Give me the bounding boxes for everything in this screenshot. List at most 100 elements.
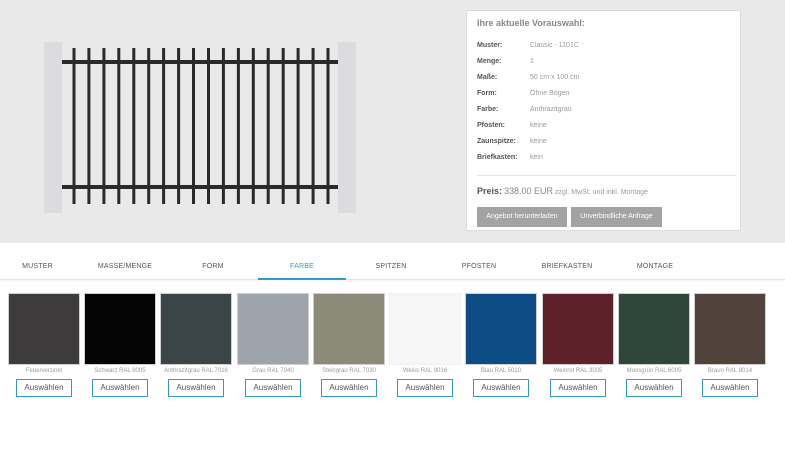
tab-form[interactable]: FORM: [175, 253, 251, 280]
summary-divider: [477, 175, 736, 176]
color-swatch[interactable]: [618, 293, 690, 365]
fence-bar: [132, 48, 136, 204]
select-color-button[interactable]: Auswählen: [550, 379, 606, 397]
fence-bar: [221, 48, 225, 204]
fence-bar: [177, 48, 181, 204]
tab-muster[interactable]: MUSTER: [0, 253, 75, 280]
summary-row-form: Form: Ohne Bogen: [477, 90, 732, 102]
color-option: Steingrau RAL 7030 Auswählen: [313, 293, 385, 401]
color-option: Weinrot RAL 3005 Auswählen: [542, 293, 614, 401]
select-color-button[interactable]: Auswählen: [16, 379, 72, 397]
color-option: Feuerverzinkt Auswählen: [8, 293, 80, 401]
color-swatch[interactable]: [389, 293, 461, 365]
fence-preview-image: [44, 42, 356, 213]
color-name: Braun RAL 8014: [707, 368, 753, 374]
summary-key: Muster:: [477, 42, 503, 49]
color-swatch[interactable]: [160, 293, 232, 365]
tab-pfosten[interactable]: PFOSTEN: [441, 253, 517, 280]
fence-top-rail: [62, 60, 338, 64]
summary-value: Ohne Bogen: [530, 90, 570, 97]
summary-row-menge: Menge: 1: [477, 58, 732, 70]
color-option: Weiss RAL 9016 Auswählen: [389, 293, 461, 401]
fence-bar: [236, 48, 240, 204]
fence-bar: [117, 48, 121, 204]
summary-key: Pfosten:: [477, 122, 505, 129]
fence-bar: [192, 48, 195, 204]
summary-row-masse: Maße: 50 cm x 100 cm: [477, 74, 732, 86]
fence-bottom-rail: [62, 185, 338, 189]
color-option: Moosgrün RAL 6005 Auswählen: [618, 293, 690, 401]
color-option: Grau RAL 7040 Auswählen: [237, 293, 309, 401]
select-color-button[interactable]: Auswählen: [321, 379, 377, 397]
summary-title: Ihre aktuelle Vorauswahl:: [477, 18, 585, 28]
select-color-button[interactable]: Auswählen: [473, 379, 529, 397]
color-name: Moosgrün RAL 6005: [626, 368, 682, 374]
color-swatch[interactable]: [465, 293, 537, 365]
fence-bar: [72, 48, 76, 204]
summary-key: Menge:: [477, 58, 502, 65]
summary-row-briefkasten: Briefkasten: kein: [477, 154, 732, 166]
summary-key: Farbe:: [477, 106, 499, 113]
select-color-button[interactable]: Auswählen: [245, 379, 301, 397]
summary-key: Zaunspitze:: [477, 138, 516, 145]
summary-key: Form:: [477, 90, 497, 97]
summary-value: keine: [530, 138, 547, 145]
fence-bar: [207, 48, 210, 204]
select-color-button[interactable]: Auswählen: [626, 379, 682, 397]
color-swatch[interactable]: [694, 293, 766, 365]
fence-bar: [281, 48, 285, 204]
fence-post-right: [338, 42, 356, 213]
tab-masse-menge[interactable]: MASSE/MENGE: [85, 253, 165, 280]
color-name: Weiss RAL 9016: [402, 368, 448, 374]
fence-bar: [102, 48, 106, 204]
fence-bar: [311, 48, 315, 204]
summary-value: 50 cm x 100 cm: [530, 74, 580, 81]
summary-value: 1: [530, 58, 534, 65]
price-note: zzgl. MwSt. und inkl. Montage: [554, 189, 648, 196]
color-swatch[interactable]: [8, 293, 80, 365]
price-line: Preis: 338.00 EUR zzgl. MwSt. und inkl. …: [477, 186, 648, 196]
summary-key: Maße:: [477, 74, 498, 81]
config-tab-bar: MUSTER MASSE/MENGE FORM FARBE SPITZEN PF…: [0, 253, 785, 280]
summary-value: Anthrazitgrau: [530, 106, 572, 113]
color-swatch[interactable]: [542, 293, 614, 365]
summary-row-zaunspitze: Zaunspitze: keine: [477, 138, 732, 150]
summary-value: kein: [530, 154, 543, 161]
download-offer-button[interactable]: Angebot herunterladen: [477, 207, 567, 227]
fence-bar: [147, 48, 151, 204]
color-name: Feuerverzinkt: [25, 368, 63, 374]
color-option: Blau RAL 5010 Auswählen: [465, 293, 537, 401]
configurator-header-area: Ihre aktuelle Vorauswahl: Muster: Classi…: [0, 0, 785, 243]
tab-montage[interactable]: MONTAGE: [617, 253, 693, 280]
summary-row-farbe: Farbe: Anthrazitgrau: [477, 106, 732, 118]
color-name: Weinrot RAL 3005: [553, 368, 603, 374]
tab-spitzen[interactable]: SPITZEN: [353, 253, 429, 280]
select-color-button[interactable]: Auswählen: [702, 379, 758, 397]
tab-farbe[interactable]: FARBE: [258, 253, 346, 280]
summary-row-pfosten: Pfosten: keine: [477, 122, 732, 134]
color-option: Anthrazitgrau RAL 7016 Auswählen: [160, 293, 232, 401]
summary-value: keine: [530, 122, 547, 129]
fence-post-left: [44, 42, 62, 213]
price-value: 338.00 EUR: [503, 186, 553, 196]
fence-bar: [87, 48, 91, 204]
summary-key: Briefkasten:: [477, 154, 518, 161]
select-color-button[interactable]: Auswählen: [92, 379, 148, 397]
summary-value: Classic - 1101C: [530, 42, 579, 49]
select-color-button[interactable]: Auswählen: [397, 379, 453, 397]
tab-briefkasten[interactable]: BRIEFKASTEN: [527, 253, 607, 280]
color-name: Blau RAL 5010: [480, 368, 522, 374]
color-option: Schwarz RAL 9005 Auswählen: [84, 293, 156, 401]
selection-summary-panel: Ihre aktuelle Vorauswahl: Muster: Classi…: [466, 10, 741, 231]
color-swatch[interactable]: [84, 293, 156, 365]
select-color-button[interactable]: Auswählen: [168, 379, 224, 397]
fence-bar: [162, 48, 166, 204]
color-name: Schwarz RAL 9005: [94, 368, 146, 374]
color-swatch[interactable]: [313, 293, 385, 365]
summary-row-muster: Muster: Classic - 1101C: [477, 42, 732, 54]
fence-bar: [251, 48, 255, 204]
request-quote-button[interactable]: Unverbindliche Anfrage: [571, 207, 662, 227]
color-swatch[interactable]: [237, 293, 309, 365]
color-option: Braun RAL 8014 Auswählen: [694, 293, 766, 401]
price-label: Preis:: [477, 186, 503, 196]
